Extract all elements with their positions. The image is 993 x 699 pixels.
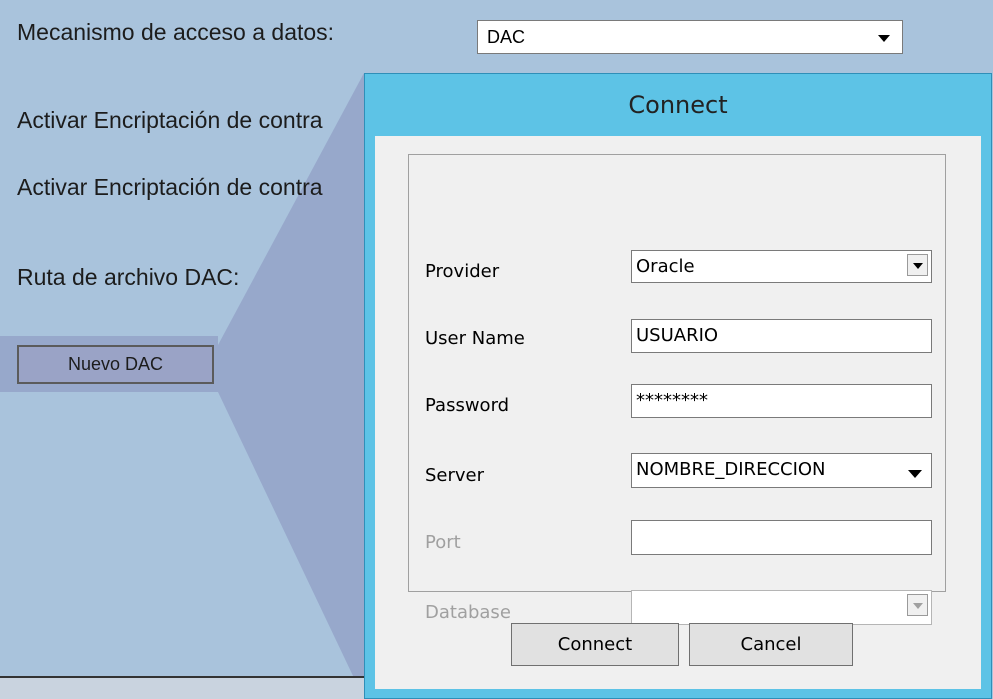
new-dac-button[interactable]: Nuevo DAC xyxy=(17,345,214,384)
database-select[interactable] xyxy=(631,590,932,625)
provider-label: Provider xyxy=(425,261,500,282)
provider-value: Oracle xyxy=(636,256,695,277)
dialog-title: Connect xyxy=(628,91,728,119)
dropdown-arrow-icon[interactable] xyxy=(908,470,922,478)
data-access-select[interactable]: DAC xyxy=(477,20,903,54)
cancel-button[interactable]: Cancel xyxy=(689,623,853,666)
dac-path-label: Ruta de archivo DAC: xyxy=(17,264,240,290)
server-value: NOMBRE_DIRECCION xyxy=(636,459,826,480)
database-label: Database xyxy=(425,602,511,623)
dialog-body: Provider Oracle User Name USUARIO Passwo… xyxy=(375,136,981,689)
password-input[interactable]: ******** xyxy=(631,384,932,418)
user-name-value: USUARIO xyxy=(636,325,719,346)
database-dropdown-button[interactable] xyxy=(907,594,928,616)
password-value: ******** xyxy=(636,390,708,411)
dropdown-arrow-icon xyxy=(913,263,923,269)
port-input[interactable] xyxy=(631,520,932,555)
encryption-label-2: Activar Encriptación de contra xyxy=(17,174,323,200)
dropdown-arrow-icon xyxy=(878,35,890,42)
user-name-label: User Name xyxy=(425,328,525,349)
encryption-label-1: Activar Encriptación de contra xyxy=(17,107,323,133)
server-combobox[interactable]: NOMBRE_DIRECCION xyxy=(631,453,932,488)
data-access-value: DAC xyxy=(487,27,526,47)
connect-button[interactable]: Connect xyxy=(511,623,679,666)
bottom-strip xyxy=(0,678,375,699)
port-label: Port xyxy=(425,532,461,553)
server-label: Server xyxy=(425,465,485,486)
data-access-label: Mecanismo de acceso a datos: xyxy=(17,19,335,45)
password-label: Password xyxy=(425,395,510,416)
provider-dropdown-button[interactable] xyxy=(907,254,928,276)
provider-select[interactable]: Oracle xyxy=(631,250,932,283)
dropdown-arrow-icon xyxy=(913,603,923,609)
user-name-input[interactable]: USUARIO xyxy=(631,319,932,353)
connect-dialog: Connect Provider Oracle User Name USUARI… xyxy=(364,73,992,699)
